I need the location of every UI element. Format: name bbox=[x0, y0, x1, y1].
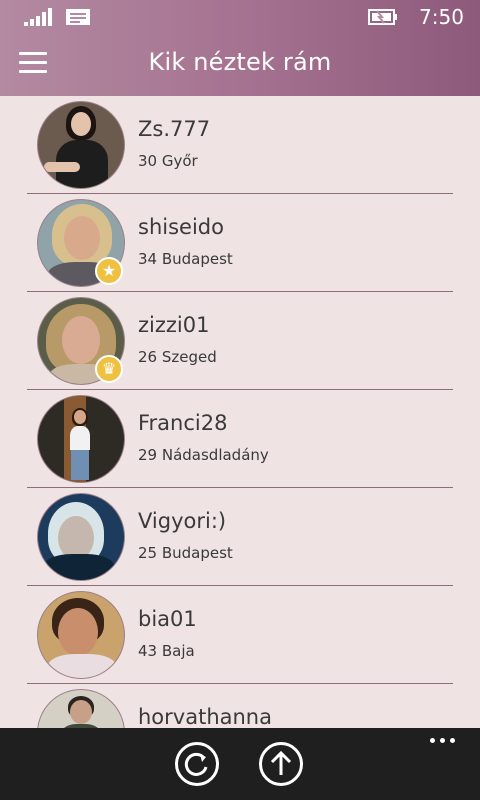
signal-strength-icon bbox=[24, 8, 56, 26]
list-item[interactable]: Zs.777 30 Győr bbox=[27, 96, 453, 194]
list-item[interactable]: Vigyori:) 25 Budapest bbox=[27, 488, 453, 586]
profile-age-city: 29 Nádasdladány bbox=[138, 446, 269, 464]
clock: 7:50 bbox=[419, 5, 464, 29]
profile-age-city: 34 Budapest bbox=[138, 250, 233, 268]
status-bar: 7:50 bbox=[0, 0, 480, 34]
list-item[interactable]: ♛ zizzi01 26 Szeged bbox=[27, 292, 453, 390]
profile-name: Zs.777 bbox=[138, 117, 211, 141]
profile-name: bia01 bbox=[138, 607, 197, 631]
list-item[interactable]: Franci28 29 Nádasdladány bbox=[27, 390, 453, 488]
avatar bbox=[37, 101, 125, 189]
list-item[interactable]: ★ shiseido 34 Budapest bbox=[27, 194, 453, 292]
refresh-icon bbox=[184, 752, 208, 776]
scroll-to-top-button[interactable] bbox=[259, 742, 303, 786]
profile-age-city: 43 Baja bbox=[138, 642, 195, 660]
header: 7:50 Kik néztek rám bbox=[0, 0, 480, 96]
avatar bbox=[37, 395, 125, 483]
profile-name: Vigyori:) bbox=[138, 509, 227, 533]
avatar bbox=[37, 493, 125, 581]
avatar bbox=[37, 591, 125, 679]
star-badge-icon: ★ bbox=[95, 257, 123, 285]
profile-name: shiseido bbox=[138, 215, 224, 239]
battery-charging-icon bbox=[368, 9, 397, 25]
page-title: Kik néztek rám bbox=[148, 48, 332, 76]
message-icon bbox=[66, 9, 90, 25]
visitor-list[interactable]: Zs.777 30 Győr ★ shiseido 34 Budapest ♛ … bbox=[0, 96, 480, 728]
profile-age-city: 25 Budapest bbox=[138, 544, 233, 562]
profile-name: zizzi01 bbox=[138, 313, 210, 337]
list-item[interactable]: bia01 43 Baja bbox=[27, 586, 453, 684]
ellipsis-icon[interactable] bbox=[430, 734, 458, 744]
app-bar bbox=[0, 728, 480, 800]
profile-age-city: 26 Szeged bbox=[138, 348, 217, 366]
refresh-button[interactable] bbox=[175, 742, 219, 786]
avatar bbox=[37, 689, 125, 728]
profile-name: Franci28 bbox=[138, 411, 228, 435]
list-item[interactable]: horvathanna bbox=[27, 684, 453, 728]
profile-name: horvathanna bbox=[138, 705, 272, 728]
crown-badge-icon: ♛ bbox=[95, 355, 123, 383]
profile-age-city: 30 Győr bbox=[138, 152, 198, 170]
upload-arrow-icon bbox=[270, 750, 292, 775]
